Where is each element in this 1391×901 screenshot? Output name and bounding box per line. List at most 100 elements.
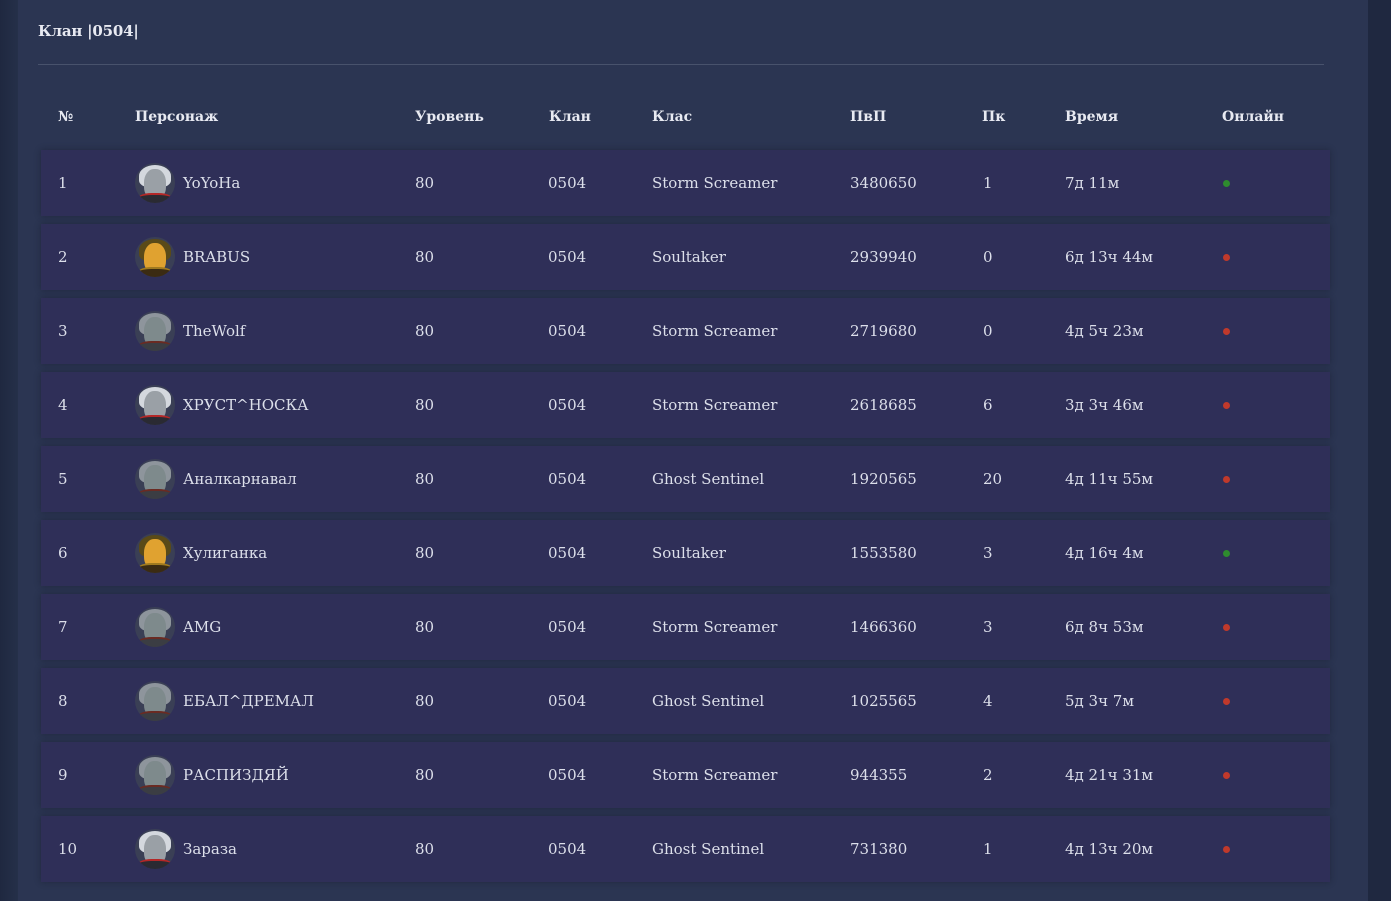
- header-pk[interactable]: Пк: [982, 109, 1005, 125]
- clan-value: 0504: [548, 322, 587, 340]
- clan-value: 0504: [548, 618, 587, 636]
- kamael-avatar-icon: [135, 237, 175, 277]
- row-num: 9: [58, 766, 68, 784]
- level-value: 80: [415, 396, 435, 414]
- character-name[interactable]: ХРУСТ^НОСКА: [183, 396, 309, 414]
- character-name[interactable]: Хулиганка: [183, 544, 267, 562]
- clan-value: 0504: [548, 840, 587, 858]
- level-value: 80: [415, 544, 435, 562]
- character-name[interactable]: BRABUS: [183, 248, 250, 266]
- table-row[interactable]: 3 TheWolf 80 0504 Storm Screamer 2719680 0 4д 5…: [41, 298, 1330, 364]
- header-level[interactable]: Уровень: [415, 109, 484, 125]
- pk-value: 0: [983, 248, 993, 266]
- dwarf-avatar-icon: [135, 607, 175, 647]
- row-num: 10: [58, 840, 78, 858]
- character-name[interactable]: ЕБАЛ^ДРЕМАЛ: [183, 692, 314, 710]
- online-status-dot: [1223, 698, 1230, 705]
- dwarf-avatar-icon: [135, 755, 175, 795]
- online-status-dot: [1223, 180, 1230, 187]
- character-name[interactable]: YoYoHa: [183, 174, 240, 192]
- level-value: 80: [415, 618, 435, 636]
- table-row[interactable]: 1 YoYoHa 80 0504 Storm Screamer 3480650 1 7д 11…: [41, 150, 1330, 216]
- clan-value: 0504: [548, 544, 587, 562]
- header-clan[interactable]: Клан: [549, 109, 591, 125]
- table-row[interactable]: 6 Хулиганка 80 0504 Soultaker 1553580 3 4д 16ч …: [41, 520, 1330, 586]
- pk-value: 6: [983, 396, 993, 414]
- online-status-dot: [1223, 328, 1230, 335]
- pvp-value: 2618685: [850, 396, 917, 414]
- time-value: 6д 13ч 44м: [1065, 248, 1154, 266]
- header-character[interactable]: Персонаж: [135, 109, 218, 125]
- class-value: Storm Screamer: [652, 618, 778, 636]
- pvp-value: 731380: [850, 840, 908, 858]
- row-num: 7: [58, 618, 68, 636]
- header-class[interactable]: Клас: [652, 109, 692, 125]
- row-num: 1: [58, 174, 68, 192]
- table-row[interactable]: 9 РАСПИЗДЯЙ 80 0504 Storm Screamer 944355 2 4д …: [41, 742, 1330, 808]
- row-num: 6: [58, 544, 68, 562]
- time-value: 3д 3ч 46м: [1065, 396, 1144, 414]
- time-value: 6д 8ч 53м: [1065, 618, 1144, 636]
- class-value: Storm Screamer: [652, 766, 778, 784]
- class-value: Storm Screamer: [652, 322, 778, 340]
- pk-value: 3: [983, 544, 993, 562]
- dwarf-avatar-icon: [135, 681, 175, 721]
- kamael-avatar-icon: [135, 533, 175, 573]
- table-row[interactable]: 5 Аналкарнавал 80 0504 Ghost Sentinel 1920565…: [41, 446, 1330, 512]
- dwarf-avatar-icon: [135, 311, 175, 351]
- clan-value: 0504: [548, 174, 587, 192]
- online-status-dot: [1223, 476, 1230, 483]
- pk-value: 3: [983, 618, 993, 636]
- level-value: 80: [415, 840, 435, 858]
- online-status-dot: [1223, 550, 1230, 557]
- time-value: 4д 5ч 23м: [1065, 322, 1144, 340]
- class-value: Ghost Sentinel: [652, 840, 765, 858]
- table-row[interactable]: 8 ЕБАЛ^ДРЕМАЛ 80 0504 Ghost Sentinel 1025565 4…: [41, 668, 1330, 734]
- pvp-value: 1553580: [850, 544, 917, 562]
- clan-value: 0504: [548, 248, 587, 266]
- class-value: Storm Screamer: [652, 174, 778, 192]
- pk-value: 1: [983, 174, 993, 192]
- character-name[interactable]: TheWolf: [183, 322, 245, 340]
- character-name[interactable]: Зараза: [183, 840, 237, 858]
- online-status-dot: [1223, 402, 1230, 409]
- character-name[interactable]: AMG: [183, 618, 221, 636]
- row-num: 3: [58, 322, 68, 340]
- row-num: 5: [58, 470, 68, 488]
- dwarf-avatar-icon: [135, 459, 175, 499]
- level-value: 80: [415, 174, 435, 192]
- level-value: 80: [415, 692, 435, 710]
- level-value: 80: [415, 470, 435, 488]
- pvp-value: 1920565: [850, 470, 917, 488]
- level-value: 80: [415, 322, 435, 340]
- dark-elf-avatar-icon: [135, 163, 175, 203]
- online-status-dot: [1223, 846, 1230, 853]
- title-divider: [38, 64, 1324, 65]
- header-online[interactable]: Онлайн: [1222, 109, 1284, 125]
- table-row[interactable]: 10 Зараза 80 0504 Ghost Sentinel 731380 1 4д 13…: [41, 816, 1330, 882]
- row-num: 4: [58, 396, 68, 414]
- character-name[interactable]: РАСПИЗДЯЙ: [183, 766, 289, 784]
- clan-value: 0504: [548, 766, 587, 784]
- header-num[interactable]: №: [58, 109, 73, 125]
- header-time[interactable]: Время: [1065, 109, 1118, 125]
- pk-value: 4: [983, 692, 993, 710]
- pvp-value: 944355: [850, 766, 908, 784]
- table-row[interactable]: 4 ХРУСТ^НОСКА 80 0504 Storm Screamer 2618685 6…: [41, 372, 1330, 438]
- table-row[interactable]: 2 BRABUS 80 0504 Soultaker 2939940 0 6д 13ч 44м: [41, 224, 1330, 290]
- pk-value: 0: [983, 322, 993, 340]
- table-row[interactable]: 7 AMG 80 0504 Storm Screamer 1466360 3 6д 8ч 53…: [41, 594, 1330, 660]
- time-value: 4д 13ч 20м: [1065, 840, 1154, 858]
- page-title: Клан |0504|: [38, 22, 139, 40]
- clan-value: 0504: [548, 396, 587, 414]
- level-value: 80: [415, 248, 435, 266]
- header-pvp[interactable]: ПвП: [850, 109, 886, 125]
- online-status-dot: [1223, 254, 1230, 261]
- class-value: Soultaker: [652, 544, 726, 562]
- pvp-value: 2719680: [850, 322, 917, 340]
- character-name[interactable]: Аналкарнавал: [183, 470, 297, 488]
- online-status-dot: [1223, 772, 1230, 779]
- clan-value: 0504: [548, 470, 587, 488]
- time-value: 5д 3ч 7м: [1065, 692, 1134, 710]
- pvp-value: 3480650: [850, 174, 917, 192]
